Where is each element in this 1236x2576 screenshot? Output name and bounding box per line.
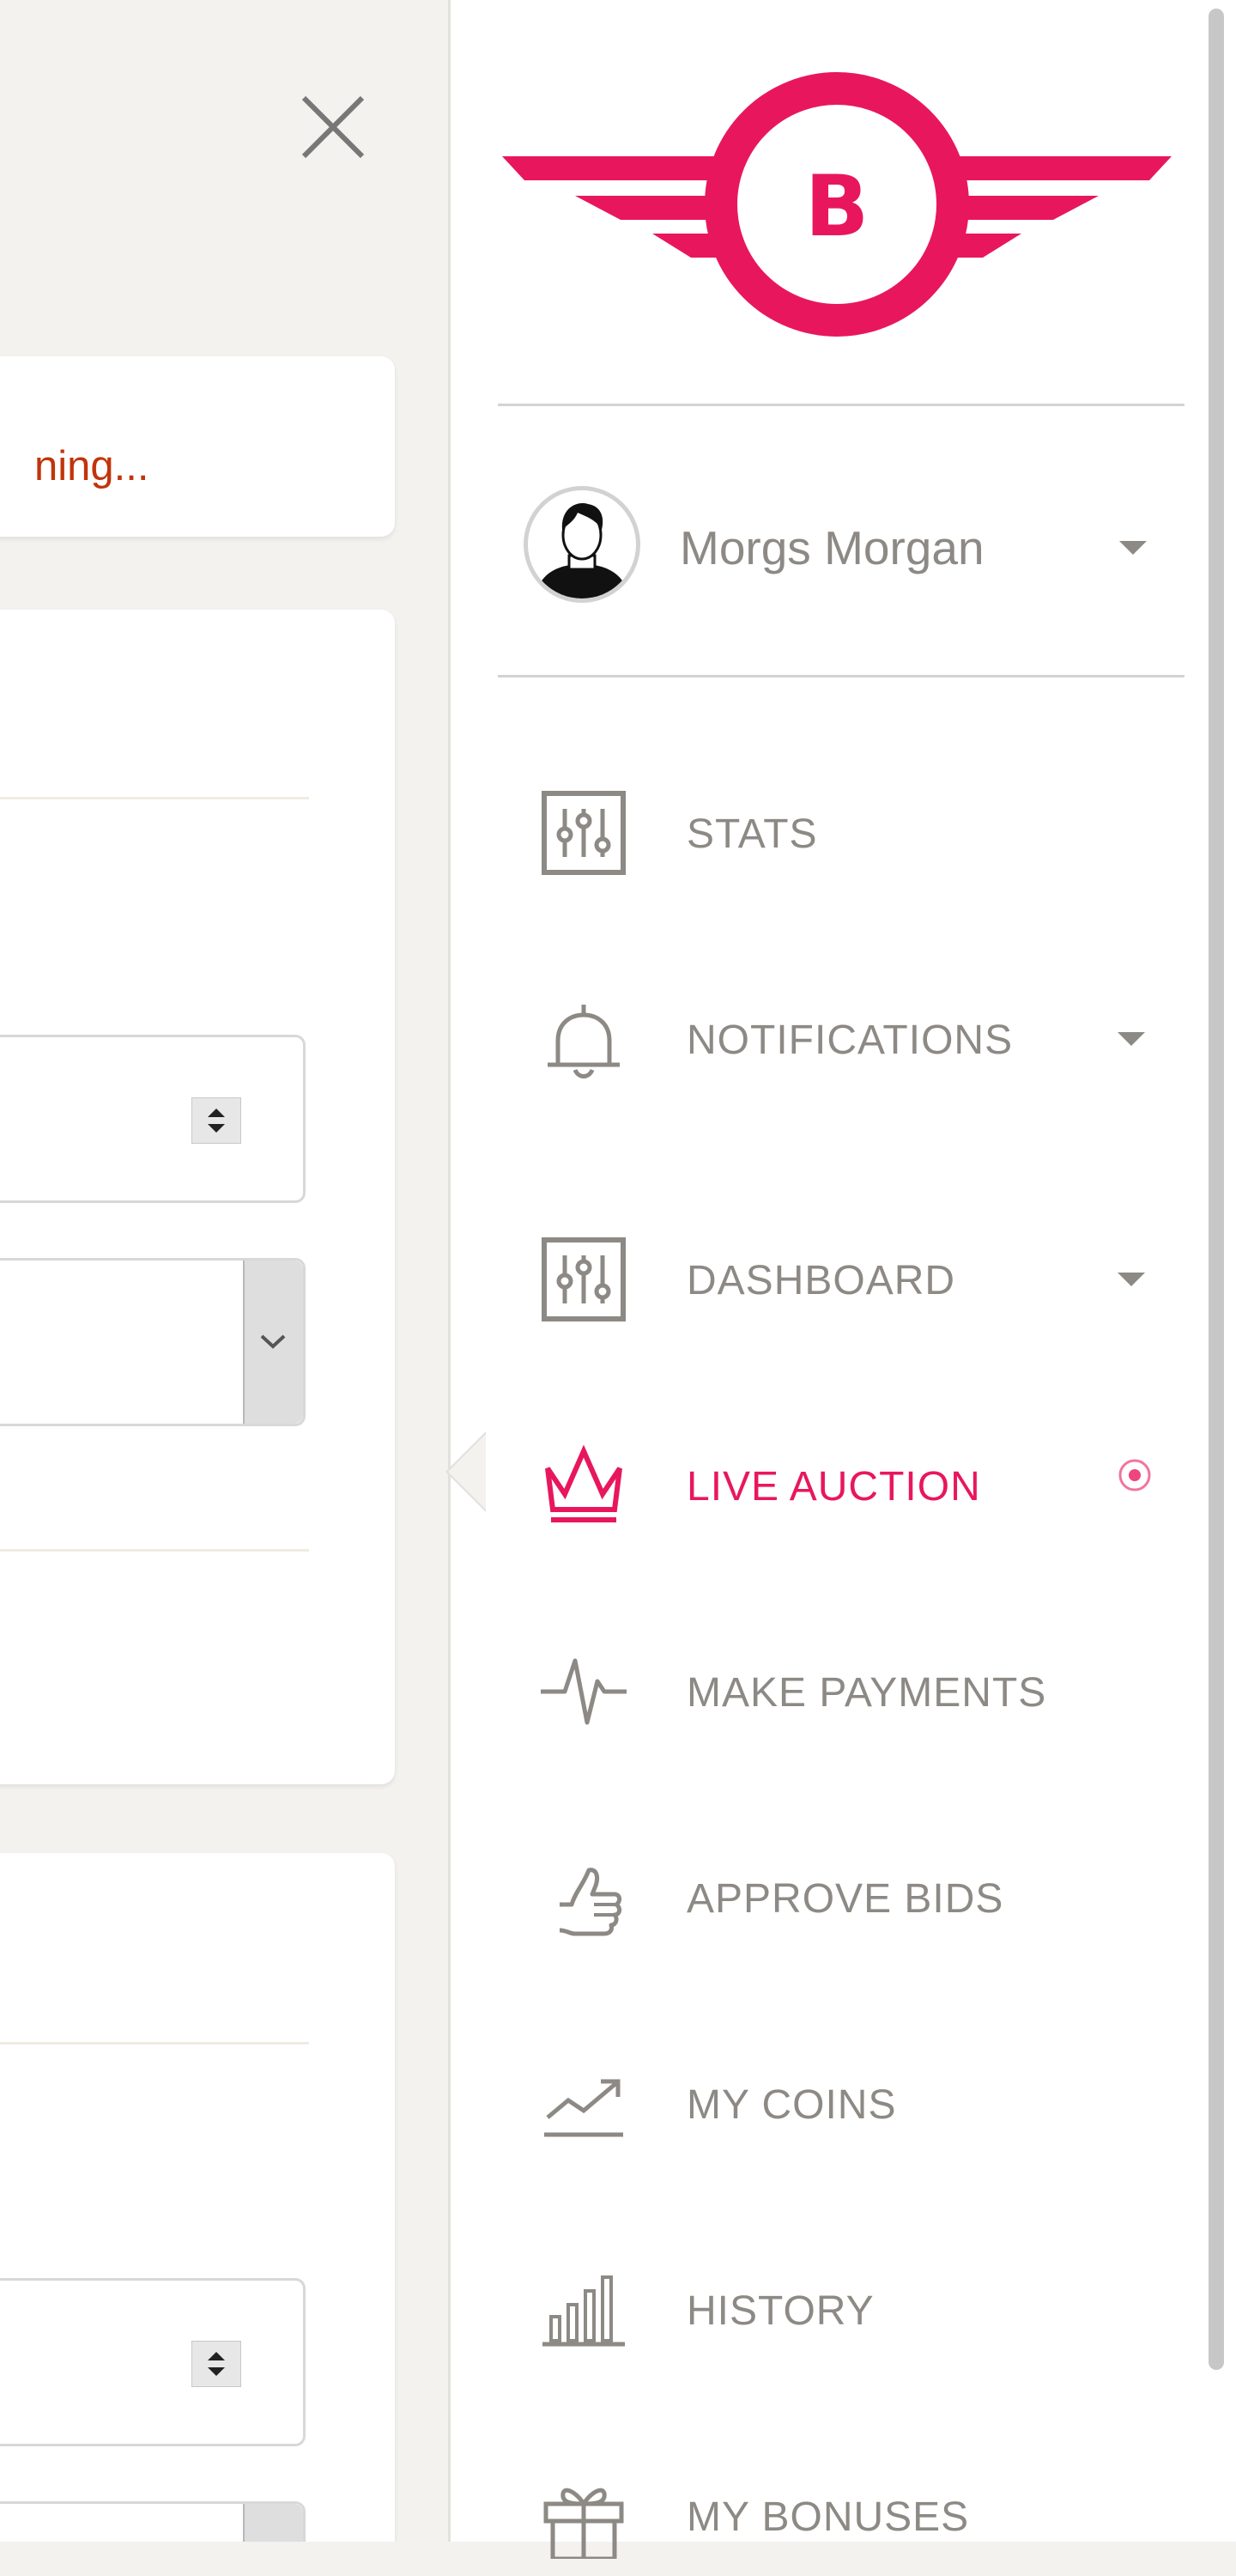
avatar [524,486,640,603]
main-content: ning... [0,0,448,2542]
menu-item-live-auction[interactable]: LIVE AUCTION [532,1425,1184,1546]
menu-item-dashboard[interactable]: DASHBOARD [532,1219,1184,1340]
chevron-down-icon[interactable] [243,2504,303,2542]
sidebar-divider [498,404,1184,406]
close-icon[interactable] [292,86,374,168]
number-input[interactable] [0,1035,306,1203]
form-card [0,610,395,1784]
menu-label: APPROVE BIDS [687,1876,1004,1922]
select-field[interactable] [0,1258,306,1426]
card-divider [0,2042,309,2044]
menu-item-history[interactable]: HISTORY [532,2250,1184,2370]
chevron-down-icon[interactable] [243,1261,303,1424]
bell-icon [548,1005,620,1078]
sliders-icon [542,1237,626,1321]
gift-icon [543,2488,624,2559]
menu-item-my-coins[interactable]: MY COINS [532,2044,1184,2164]
brand-logo[interactable]: B [502,69,1172,352]
form-card [0,1853,395,2542]
menu-label: DASHBOARD [687,1258,956,1303]
trend-up-icon [544,2079,623,2137]
menu-label: MAKE PAYMENTS [687,1670,1047,1716]
scrollbar[interactable] [1209,9,1224,2370]
spinner-icon[interactable] [191,2341,241,2387]
card-divider [0,797,309,799]
chevron-down-icon[interactable] [1119,541,1147,555]
menu-label: MY COINS [687,2082,897,2128]
bar-chart-icon [542,2275,625,2347]
menu-label: MY BONUSES [687,2494,970,2540]
logo-letter: B [805,158,869,256]
crown-icon [545,1444,622,1522]
thumbs-up-icon [559,1868,622,1936]
live-indicator-icon [1118,1459,1151,1492]
status-text: ning... [34,443,149,489]
menu-item-make-payments[interactable]: MAKE PAYMENTS [532,1631,1184,1752]
pulse-icon [541,1658,627,1725]
chevron-down-icon[interactable] [1118,1273,1145,1286]
spinner-icon[interactable] [191,1097,241,1144]
sidebar-divider [498,675,1184,677]
user-name: Morgs Morgan [680,521,985,574]
chevron-down-icon[interactable] [1118,1032,1145,1046]
select-field[interactable] [0,2501,306,2542]
menu-item-approve-bids[interactable]: APPROVE BIDS [532,1838,1184,1958]
sliders-icon [542,791,626,875]
menu-label: STATS [687,811,818,857]
menu-label: HISTORY [687,2288,875,2334]
menu-label: NOTIFICATIONS [687,1018,1014,1063]
card-divider [0,1549,309,1552]
menu-item-stats[interactable]: STATS [532,773,1184,893]
menu-item-my-bonuses[interactable]: MY BONUSES [532,2456,1184,2576]
menu-item-notifications[interactable]: NOTIFICATIONS [532,979,1184,1099]
menu-label: LIVE AUCTION [687,1464,981,1510]
number-input[interactable] [0,2278,306,2446]
user-menu[interactable]: Morgs Morgan [524,486,1176,606]
active-pointer [448,1434,486,1510]
